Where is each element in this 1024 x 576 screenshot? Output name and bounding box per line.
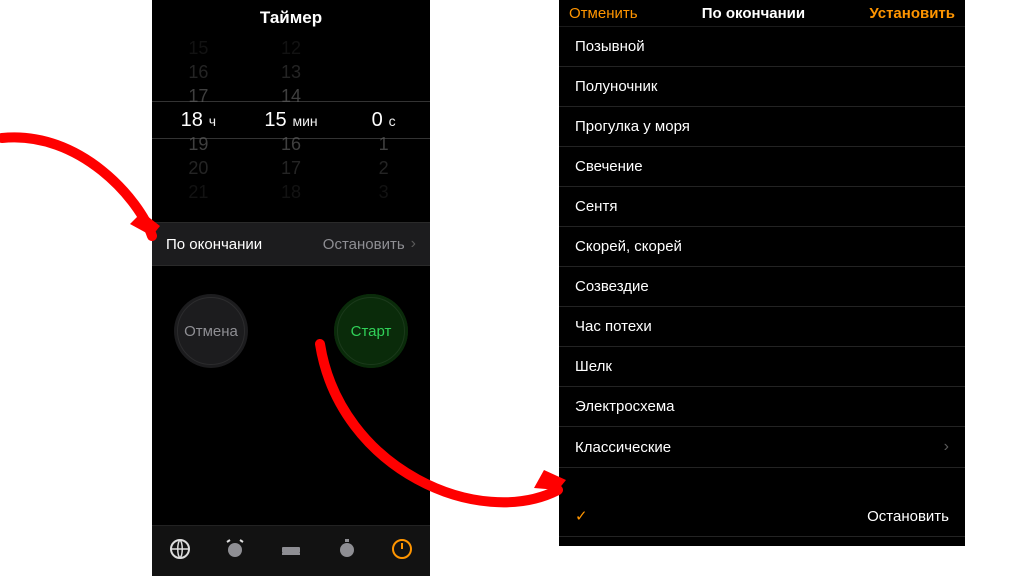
- sound-item[interactable]: Позывной: [559, 27, 965, 67]
- nav-bar: Отменить По окончании Установить: [559, 0, 965, 27]
- tab-bedtime[interactable]: [279, 537, 303, 566]
- picker-value: 3: [337, 178, 430, 202]
- sound-label: Шелк: [575, 358, 612, 375]
- sound-label: Прогулка у моря: [575, 118, 690, 135]
- picker-unit: ч: [205, 113, 216, 129]
- cancel-nav-button[interactable]: Отменить: [569, 5, 638, 22]
- picker-seconds[interactable]: 0 с123: [337, 38, 430, 202]
- sound-item[interactable]: Час потехи: [559, 307, 965, 347]
- tab-world-clock[interactable]: [168, 537, 192, 566]
- chevron-right-icon: ›: [944, 438, 949, 456]
- timer-buttons: Отмена Старт: [152, 266, 430, 396]
- set-nav-button[interactable]: Установить: [869, 5, 955, 22]
- picker-minutes[interactable]: 12131415 мин161718: [245, 38, 338, 202]
- sound-item[interactable]: Полуночник: [559, 67, 965, 107]
- when-timer-ends-row[interactable]: По окончании Остановить ›: [152, 222, 430, 266]
- picker-unit: мин: [289, 113, 318, 129]
- sound-label: Полуночник: [575, 78, 657, 95]
- stopwatch-icon: [335, 537, 359, 561]
- classic-row[interactable]: Классические ›: [559, 427, 965, 468]
- picker-hours[interactable]: 15161718 ч192021: [152, 38, 245, 202]
- sound-label: Скорей, скорей: [575, 238, 682, 255]
- when-ends-value: Остановить: [323, 236, 405, 253]
- tab-stopwatch[interactable]: [335, 537, 359, 566]
- picker-value: 21: [152, 178, 245, 202]
- tab-timer[interactable]: [390, 537, 414, 566]
- cancel-button[interactable]: Отмена: [174, 294, 248, 368]
- bed-icon: [279, 537, 303, 561]
- classic-label: Классические: [575, 439, 671, 456]
- sound-label: Свечение: [575, 158, 643, 175]
- sound-item[interactable]: Свечение: [559, 147, 965, 187]
- list-spacer: [559, 468, 965, 496]
- stop-playing-label: Остановить: [867, 508, 949, 525]
- sound-list: Позывной Полуночник Прогулка у моря Свечени…: [559, 27, 965, 427]
- tab-bar: [152, 525, 430, 576]
- start-button[interactable]: Старт: [334, 294, 408, 368]
- sound-item[interactable]: Сентя: [559, 187, 965, 227]
- sound-picker-screen: Отменить По окончании Установить Позывно…: [559, 0, 965, 546]
- sound-label: Электросхема: [575, 398, 675, 415]
- sound-label: Позывной: [575, 38, 645, 55]
- time-picker[interactable]: 15161718 ч192021 12131415 мин161718 0 с1…: [152, 38, 430, 202]
- checkmark-icon: ✓: [575, 507, 589, 525]
- sound-label: Час потехи: [575, 318, 652, 335]
- alarm-icon: [223, 537, 247, 561]
- timer-icon: [390, 537, 414, 561]
- page-title: Таймер: [152, 0, 430, 38]
- timer-screen: Таймер 15161718 ч192021 12131415 мин1617…: [152, 0, 430, 576]
- sound-item[interactable]: Скорей, скорей: [559, 227, 965, 267]
- sound-label: Созвездие: [575, 278, 649, 295]
- stop-playing-row[interactable]: ✓ Остановить: [559, 496, 965, 537]
- sound-item[interactable]: Прогулка у моря: [559, 107, 965, 147]
- globe-icon: [168, 537, 192, 561]
- sound-item[interactable]: Шелк: [559, 347, 965, 387]
- sound-item[interactable]: Созвездие: [559, 267, 965, 307]
- picker-value: 18: [245, 178, 338, 202]
- sound-item[interactable]: Электросхема: [559, 387, 965, 427]
- when-ends-label: По окончании: [166, 236, 262, 253]
- tab-alarm[interactable]: [223, 537, 247, 566]
- picker-unit: с: [385, 113, 396, 129]
- sound-label: Сентя: [575, 198, 617, 215]
- chevron-right-icon: ›: [411, 235, 416, 253]
- nav-title: По окончании: [702, 5, 805, 22]
